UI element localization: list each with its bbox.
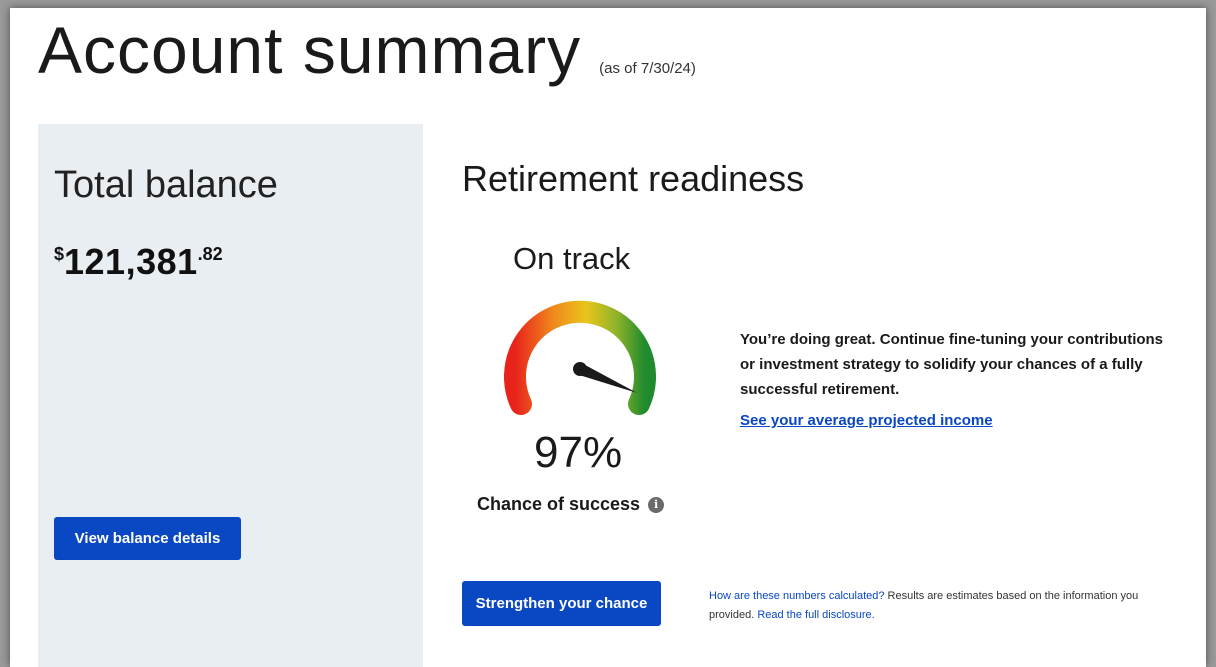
account-summary-page: Account summary (as of 7/30/24) Total ba… [10,8,1206,667]
balance-cents: .82 [197,244,223,264]
retirement-readiness-title: Retirement readiness [462,158,805,199]
how-calculated-link[interactable]: How are these numbers calculated? [709,590,884,602]
page-title: Account summary [38,13,582,87]
readiness-message: You’re doing great. Continue fine-tuning… [740,331,1164,398]
currency-symbol: $ [54,244,65,264]
strengthen-chance-button[interactable]: Strengthen your chance [462,581,661,626]
chance-of-success-label: Chance of success [477,494,641,514]
balance-whole: 121,381 [64,241,198,282]
balance-panel: Total balance $ 121,381 .82 View balance… [38,124,423,667]
page-title-row: Account summary (as of 7/30/24) [38,10,696,90]
gauge-needle [573,362,638,394]
disclosure-text: How are these numbers calculated? Result… [709,587,1179,625]
gauge-arc [504,300,656,415]
projected-income-link[interactable]: See your average projected income [740,412,993,429]
info-icon[interactable]: i [648,496,665,513]
readiness-gauge [504,300,656,415]
chance-of-success-row: Chance of success i [477,494,665,515]
as-of-date: (as of 7/30/24) [599,60,696,77]
readiness-status: On track [513,241,631,276]
total-balance-amount: $ 121,381 .82 [54,242,223,282]
total-balance-label: Total balance [54,164,278,206]
view-balance-details-button[interactable]: View balance details [54,517,241,560]
full-disclosure-link[interactable]: Read the full disclosure. [757,609,874,621]
success-percent: 97% [534,428,623,477]
